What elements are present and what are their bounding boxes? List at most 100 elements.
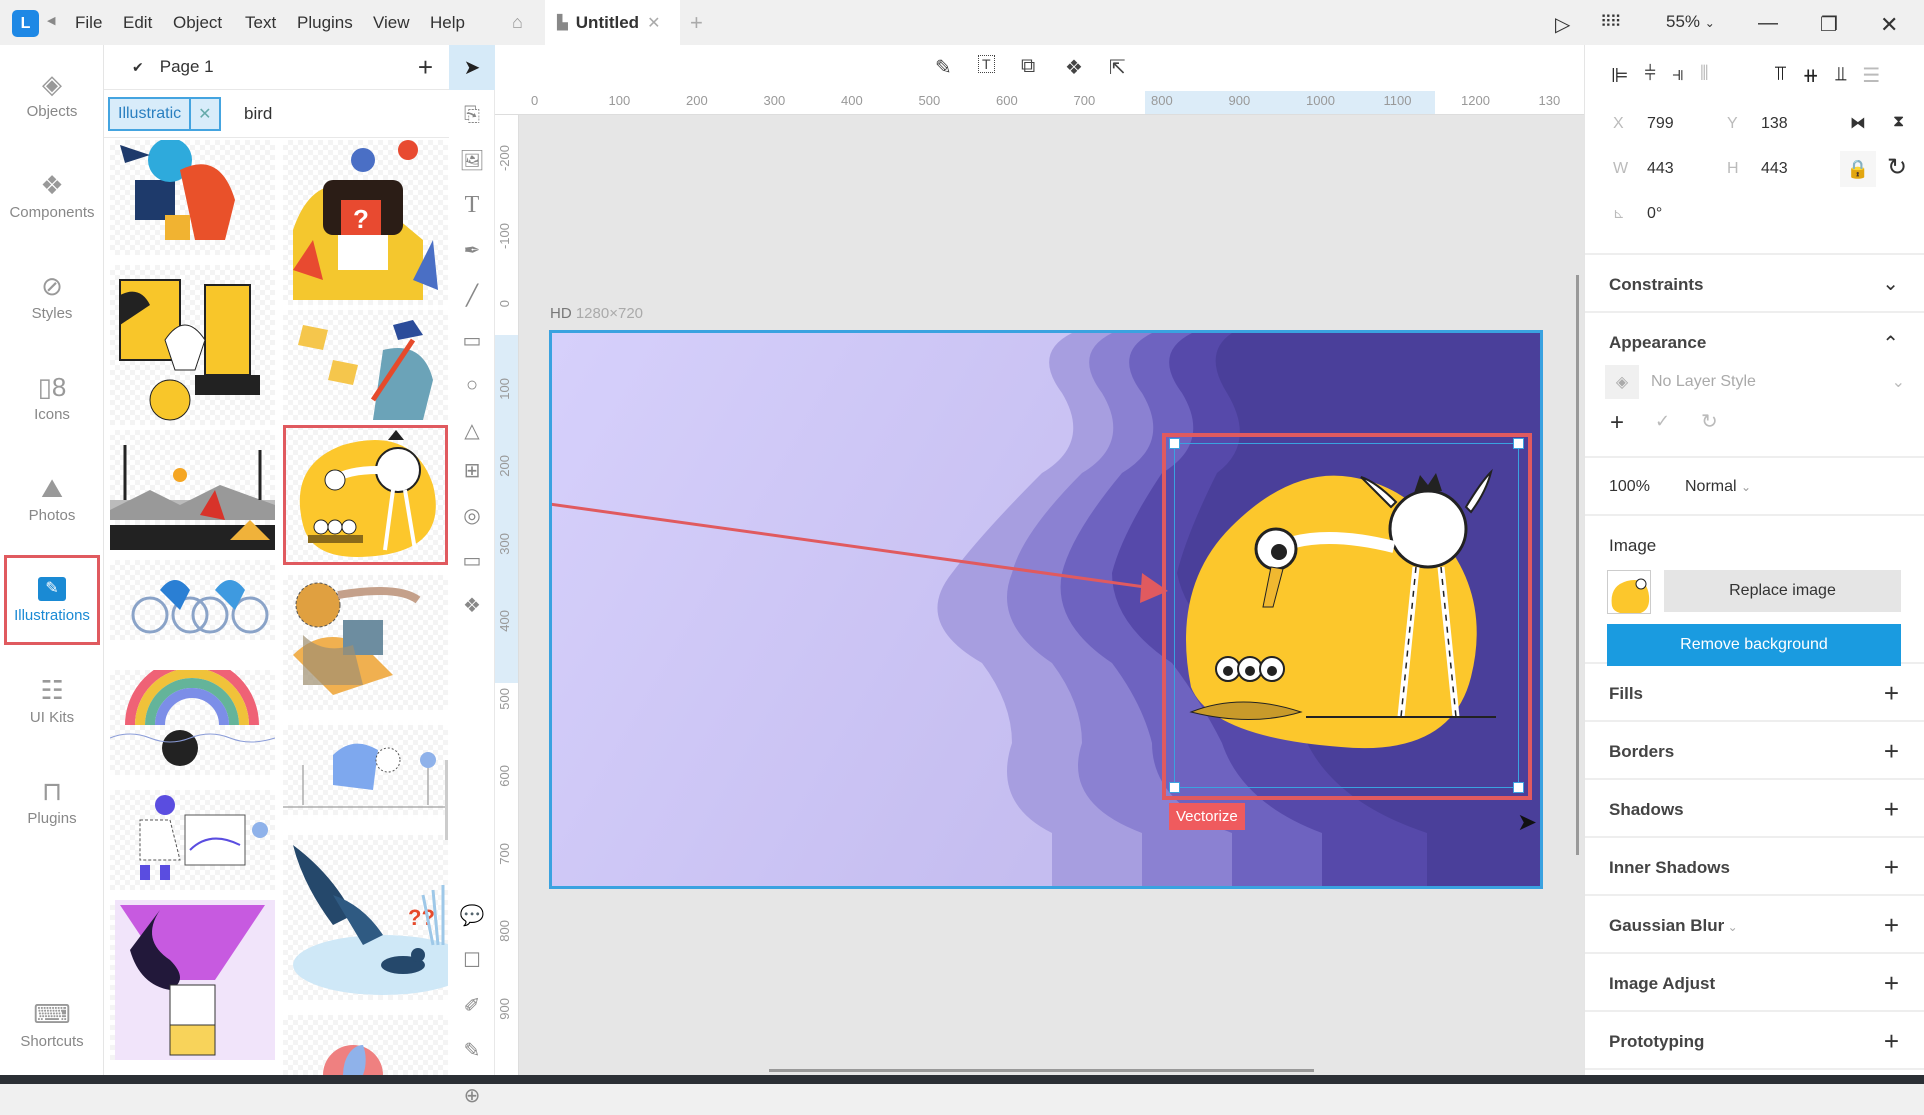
remove-background-button[interactable]: Remove background: [1607, 624, 1901, 666]
align-top-icon[interactable]: ⫪: [1775, 63, 1786, 88]
zoom-dropdown[interactable]: 55% ⌄: [1666, 12, 1715, 32]
horizontal-scrollbar[interactable]: [769, 1069, 1314, 1072]
avatar-tool-icon[interactable]: ◎: [449, 495, 495, 535]
text-box-icon[interactable]: T: [978, 55, 995, 73]
thumbnail-person-with-dog[interactable]: [110, 140, 275, 255]
align-right-icon[interactable]: ⫣: [1672, 63, 1684, 88]
thumbnail-person-with-board[interactable]: [110, 790, 275, 890]
rail-item-shortcuts[interactable]: ⌨ Shortcuts: [0, 980, 104, 1070]
home-icon[interactable]: ⌂: [512, 12, 534, 34]
filter-chip[interactable]: Illustratic ✕: [108, 97, 221, 131]
chevron-down-icon[interactable]: ⌄: [1882, 271, 1899, 296]
thumbnail-person-crouching[interactable]: [283, 725, 448, 815]
section-prototyping[interactable]: Prototyping +: [1585, 1014, 1924, 1070]
thumbnail-hot-air-balloon[interactable]: [110, 900, 275, 1060]
thumbnail-cyclists[interactable]: [110, 560, 275, 640]
section-image-adjust[interactable]: Image Adjust +: [1585, 956, 1924, 1012]
thumbnail-bird-with-pen[interactable]: [283, 310, 448, 420]
align-middle-v-icon[interactable]: ⧺: [1802, 63, 1819, 88]
grid-apps-icon[interactable]: ⠿⠿: [1600, 12, 1621, 32]
menu-plugins[interactable]: Plugins: [297, 13, 353, 33]
replace-image-button[interactable]: Replace image: [1664, 570, 1901, 612]
add-icon[interactable]: +: [1884, 738, 1899, 764]
menu-help[interactable]: Help: [430, 13, 465, 33]
opacity-field[interactable]: 100%: [1609, 478, 1650, 496]
selected-image[interactable]: [1162, 433, 1532, 800]
menu-file[interactable]: File: [75, 13, 102, 33]
artboard-tool-icon[interactable]: ⎘: [449, 95, 495, 135]
vertical-scrollbar[interactable]: [1576, 275, 1579, 855]
rail-item-plugins[interactable]: ⊓ Plugins: [0, 757, 104, 847]
thumbnail-stork-feeding-chicks[interactable]: [283, 425, 448, 565]
input-tool-icon[interactable]: ▭: [449, 540, 495, 580]
resize-icon[interactable]: ⇱: [1109, 55, 1126, 80]
lock-ratio-icon[interactable]: 🔒: [1840, 151, 1876, 187]
add-page-icon[interactable]: +: [418, 52, 433, 83]
section-fills[interactable]: Fills +: [1585, 666, 1924, 722]
menu-edit[interactable]: Edit: [123, 13, 152, 33]
align-bottom-icon[interactable]: ⫫: [1835, 63, 1846, 88]
mask-icon[interactable]: ⧉: [1021, 55, 1035, 78]
document-tab[interactable]: ▙ Untitled ✕: [545, 0, 680, 45]
rail-item-photos[interactable]: ⛰ Photos: [0, 454, 104, 544]
component-tool-icon[interactable]: ❖: [449, 585, 495, 625]
align-left-icon[interactable]: ⊫: [1611, 63, 1628, 88]
add-icon[interactable]: +: [1884, 680, 1899, 706]
layer-style-dropdown[interactable]: ◈ No Layer Style ⌄: [1605, 364, 1905, 400]
resize-handle-tl[interactable]: [1169, 438, 1180, 449]
remove-filter-icon[interactable]: ✕: [189, 99, 218, 129]
thumbnail-beach-ball[interactable]: [283, 1015, 448, 1075]
rail-item-icons[interactable]: ▯8 Icons: [0, 353, 104, 443]
comment-tool-icon[interactable]: 💬: [449, 895, 495, 935]
blend-mode-dropdown[interactable]: Normal ⌄: [1685, 478, 1751, 496]
rotation-field[interactable]: 0°: [1647, 205, 1662, 223]
search-input[interactable]: [244, 98, 434, 130]
section-gaussian-blur[interactable]: Gaussian Blur ⌄ +: [1585, 898, 1924, 954]
flip-vertical-icon[interactable]: ⧗: [1893, 113, 1904, 131]
create-component-icon[interactable]: ❖: [1065, 55, 1083, 80]
text-tool-icon[interactable]: T: [449, 185, 495, 225]
resize-handle-tr[interactable]: [1513, 438, 1524, 449]
thumbnail-person-question-box[interactable]: ?: [283, 140, 448, 305]
rail-item-illustrations[interactable]: ✎ Illustrations: [4, 555, 100, 645]
rail-item-objects[interactable]: ◈ Objects: [0, 50, 104, 140]
w-field[interactable]: 443: [1647, 160, 1674, 178]
eyedropper-tool-icon[interactable]: ✎: [449, 1030, 495, 1070]
triangle-tool-icon[interactable]: △: [449, 410, 495, 450]
distribute-h-icon[interactable]: ⦀: [1700, 63, 1709, 88]
flip-horizontal-icon[interactable]: ⧓: [1850, 113, 1866, 133]
y-field[interactable]: 138: [1761, 115, 1788, 133]
add-icon[interactable]: +: [1884, 1028, 1899, 1054]
align-center-h-icon[interactable]: ⫩: [1644, 63, 1655, 88]
back-arrow-icon[interactable]: ◀: [47, 14, 55, 27]
rail-item-styles[interactable]: ⊘ Styles: [0, 252, 104, 342]
menu-text[interactable]: Text: [245, 13, 276, 33]
grid-tool-icon[interactable]: ⊞: [449, 450, 495, 490]
line-tool-icon[interactable]: ╱: [449, 275, 495, 315]
chevron-up-icon[interactable]: ⌃: [1882, 331, 1899, 356]
add-icon[interactable]: +: [1884, 970, 1899, 996]
constraints-section[interactable]: Constraints ⌄: [1585, 257, 1924, 313]
h-field[interactable]: 443: [1761, 160, 1788, 178]
rail-item-ui-kits[interactable]: ☷ UI Kits: [0, 656, 104, 746]
play-icon[interactable]: ▷: [1555, 12, 1570, 37]
apply-style-icon[interactable]: ✓: [1655, 411, 1670, 432]
ellipse-tool-icon[interactable]: ○: [449, 365, 495, 405]
artboard[interactable]: Vectorize ➤: [549, 330, 1543, 889]
section-borders[interactable]: Borders +: [1585, 724, 1924, 780]
canvas[interactable]: HD 1280×720 Vectorize ➤: [519, 115, 1584, 1075]
add-icon[interactable]: +: [1884, 912, 1899, 938]
thumbnail-eagle-duck[interactable]: ??: [283, 835, 448, 1000]
thumbnail-mermaid-rainbow[interactable]: [110, 670, 275, 775]
restore-icon[interactable]: ❐: [1820, 12, 1838, 37]
resize-handle-br[interactable]: [1513, 782, 1524, 793]
new-tab-icon[interactable]: +: [690, 10, 703, 36]
rail-item-components[interactable]: ❖ Components: [0, 151, 104, 241]
select-tool-icon[interactable]: ➤: [449, 45, 495, 90]
add-style-icon[interactable]: +: [1610, 409, 1624, 437]
artboard-label[interactable]: HD 1280×720: [550, 305, 643, 322]
rotate-icon[interactable]: ↻: [1887, 153, 1907, 182]
pencil-icon[interactable]: ✎: [935, 55, 952, 80]
x-field[interactable]: 799: [1647, 115, 1674, 133]
close-tab-icon[interactable]: ✕: [647, 13, 660, 33]
